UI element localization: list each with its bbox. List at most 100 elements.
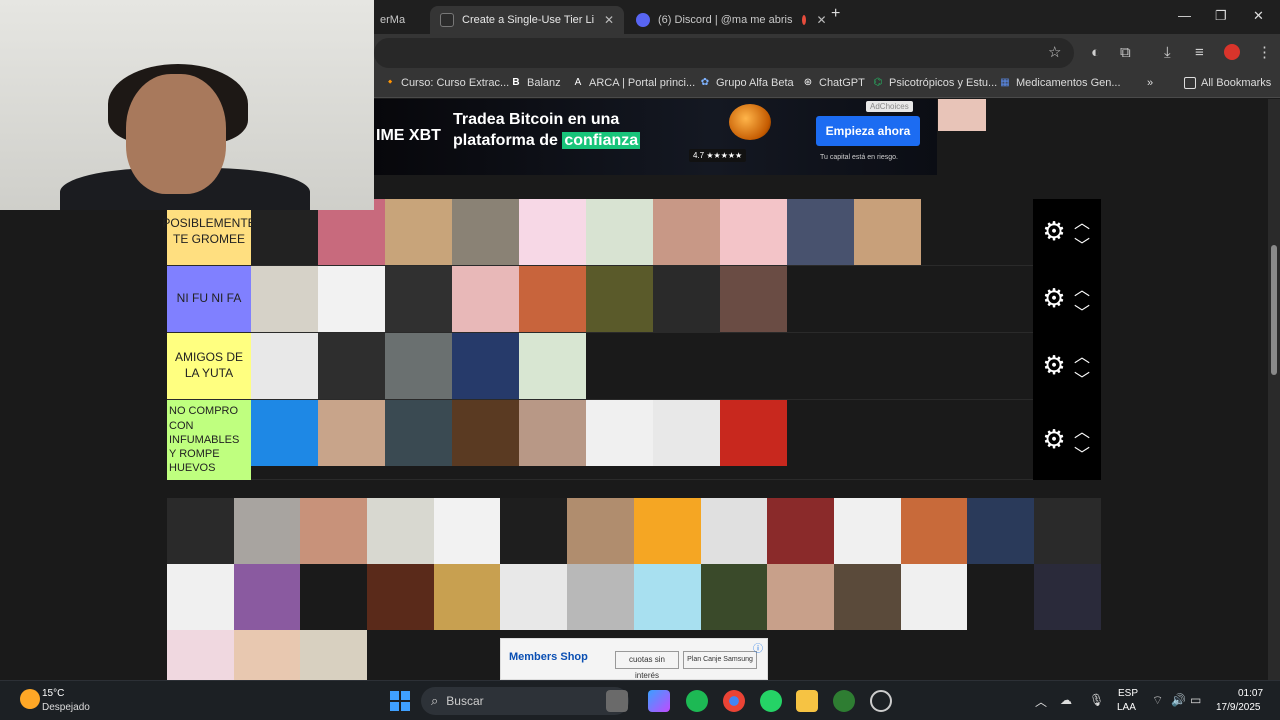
tier-label[interactable]: NO COMPRO CON INFUMABLES Y ROMPE HUEVOS [167,400,251,480]
tier-item-image[interactable] [787,199,854,265]
volume-icon[interactable]: 🔊 [1171,693,1186,707]
download-icon[interactable]: ⤓ [1164,44,1171,62]
tier-item-image[interactable] [720,400,787,466]
tier-label[interactable]: NI FU NI FA [167,266,251,332]
chevron-down-icon[interactable]: ﹀ [1073,441,1091,465]
bookmark-grupo-alfa-beta[interactable]: ✿ Grupo Alfa Beta [699,77,794,89]
minimize-button[interactable]: — [1178,8,1191,23]
tab-previous[interactable]: erMa [370,6,428,34]
pool-item-image[interactable] [233,498,301,564]
tier-item-image[interactable] [519,266,586,332]
pool-item-image[interactable] [233,564,301,630]
page-scrollbar[interactable] [1268,99,1280,680]
tier-item-image[interactable] [720,199,787,265]
pool-item-image[interactable] [767,498,834,564]
pool-item-image[interactable] [300,498,368,564]
weather-icon[interactable] [20,689,40,709]
pool-item-image[interactable] [767,564,834,630]
pool-item-image[interactable] [633,564,701,630]
obs-icon[interactable] [870,690,892,712]
wifi-icon[interactable]: ⌔ [1152,693,1163,708]
tier-item-image[interactable] [251,400,318,466]
tier-item-image[interactable] [251,266,318,332]
tier-item-image[interactable] [519,400,586,466]
star-icon[interactable]: ☆ [1048,44,1061,62]
bookmark-balanz[interactable]: B Balanz [510,77,560,89]
start-button[interactable] [390,691,410,711]
pool-item-image[interactable] [300,564,368,630]
pool-item-image[interactable] [433,498,501,564]
gear-icon[interactable]: ⚙ [1039,424,1069,454]
puzzle-icon[interactable]: ⧉ [1120,44,1131,62]
all-bookmarks-button[interactable]: All Bookmarks [1184,77,1271,89]
microphone-icon[interactable]: 🎙 [1089,693,1104,707]
pool-item-image[interactable] [967,564,1034,630]
tab-discord[interactable]: (6) Discord | @ma me abris ✕ [626,6,827,34]
chevron-down-icon[interactable]: ﹀ [1073,366,1091,390]
language-indicator[interactable]: ESP [1118,688,1138,699]
tier-item-image[interactable] [586,199,653,265]
pool-item-image[interactable] [900,564,968,630]
profile-icon[interactable] [1224,44,1240,60]
ad-banner-bottom[interactable]: Members Shop cuotas sin interés Plan Can… [500,638,768,680]
pool-item-image[interactable] [500,498,568,564]
pool-item-image[interactable] [567,498,634,564]
file-explorer-icon[interactable] [796,690,818,712]
tier-item-image[interactable] [653,266,720,332]
menu-icon[interactable]: ⋮ [1257,44,1272,62]
cloud-icon[interactable]: ☁ [1060,693,1072,707]
pool-item-image[interactable] [633,498,701,564]
extension-icon[interactable]: ◐ [1091,44,1100,62]
media-icon[interactable]: ≡ [1195,44,1204,62]
chevron-up-icon[interactable]: ︿ [1073,276,1091,300]
app-icon[interactable] [833,690,855,712]
keyboard-layout[interactable]: LAA [1117,702,1136,713]
chevron-up-icon[interactable]: ︿ [1073,209,1091,233]
tier-item-image[interactable] [385,199,452,265]
pool-item-image[interactable] [500,564,568,630]
bookmark-curso[interactable]: 🔸 Curso: Curso Extrac... [384,77,509,89]
weather-description[interactable]: Despejado [42,702,90,713]
ad-cta-button[interactable]: Empieza ahora [816,116,920,146]
pool-item-image[interactable] [567,564,634,630]
tier-item-image[interactable] [854,199,921,265]
close-icon[interactable]: ✕ [816,13,826,27]
pool-item-image[interactable] [300,630,368,680]
tier-item-image[interactable] [720,266,787,332]
bookmark-medicamentos[interactable]: ▦ Medicamentos Gen... [999,77,1120,89]
chevron-down-icon[interactable]: ﹀ [1073,299,1091,323]
gear-icon[interactable]: ⚙ [1039,283,1069,313]
tier-item-image[interactable] [586,266,653,332]
tier-item-image[interactable] [519,199,586,265]
bookmark-arca[interactable]: A ARCA | Portal princi... [572,77,696,89]
pool-item-image[interactable] [700,498,768,564]
adchoices-label[interactable]: AdChoices [866,101,913,112]
tier-item-image[interactable] [251,333,318,399]
bookmarks-more-button[interactable]: » [1147,77,1153,89]
tab-tier-list[interactable]: Create a Single-Use Tier List (Pr ✕ [430,6,624,34]
tier-item-image[interactable] [452,266,519,332]
pool-item-image[interactable] [167,630,234,680]
tier-item-image[interactable] [385,266,452,332]
ad-banner-top[interactable]: IME XBT Tradea Bitcoin en una plataforma… [374,99,937,175]
pool-item-image[interactable] [433,564,501,630]
bookmark-chatgpt[interactable]: ⊛ ChatGPT [802,77,865,89]
tier-label[interactable]: AMIGOS DE LA YUTA [167,333,251,399]
tier-item-image[interactable] [519,333,586,399]
tier-item-image[interactable] [318,266,385,332]
chevron-down-icon[interactable]: ﹀ [1073,232,1091,256]
maximize-button[interactable]: ❐ [1215,8,1227,24]
copilot-icon[interactable] [648,690,670,712]
whatsapp-icon[interactable] [760,690,782,712]
tier-item-image[interactable] [653,400,720,466]
clock-date[interactable]: 17/9/2025 [1216,702,1261,713]
close-icon[interactable]: ✕ [604,13,614,27]
pool-item-image[interactable] [833,498,901,564]
chevron-up-icon[interactable]: ︿ [1073,418,1091,442]
tier-item-image[interactable] [318,400,385,466]
pool-item-image[interactable] [367,498,434,564]
pool-item-image[interactable] [167,564,234,630]
pool-item-image[interactable] [367,564,434,630]
pool-item-image[interactable] [833,564,901,630]
address-bar[interactable] [374,38,1074,68]
